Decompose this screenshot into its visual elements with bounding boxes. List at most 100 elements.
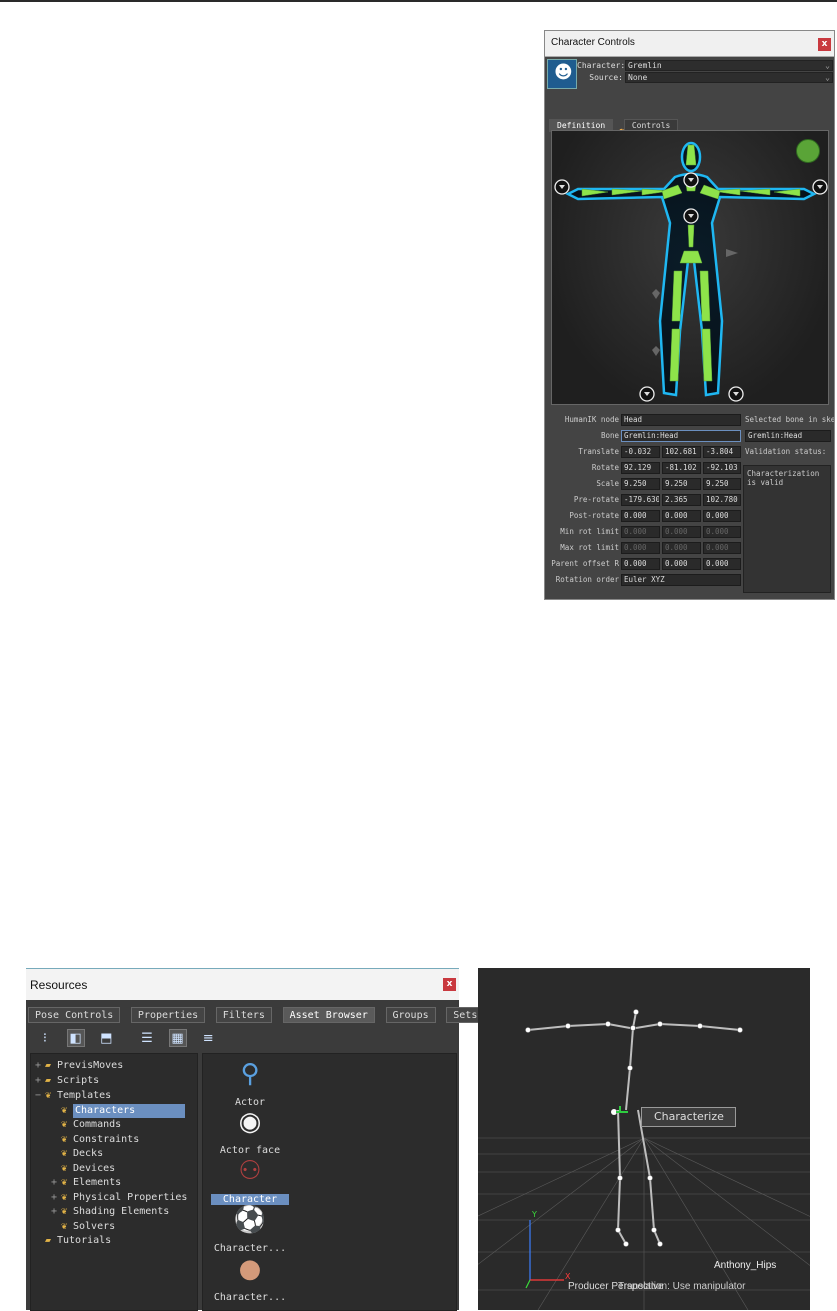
tab-filters[interactable]: Filters: [215, 1007, 272, 1023]
template-icon: ❦: [61, 1119, 68, 1130]
selected-bone-label: Selected bone in skel: [745, 415, 835, 424]
bone-definition-form: HumanIK node Head Selected bone in skel …: [551, 411, 835, 597]
tree-item-previsMoves[interactable]: + ▰ PrevisMoves: [35, 1059, 123, 1073]
template-icon: ❦: [61, 1221, 68, 1232]
tree-item-characters[interactable]: ❦ Characters: [61, 1104, 185, 1118]
parent-offset-y-field[interactable]: 0.000: [662, 558, 701, 570]
prerotate-label: Pre-rotate: [573, 495, 619, 504]
character-icon: ⚇: [238, 1156, 262, 1186]
panel-title: Resources: [30, 978, 88, 992]
maxrot-z-field: 0.000: [703, 542, 741, 554]
tab-groups[interactable]: Groups: [385, 1007, 436, 1023]
viewport-scene: [478, 1009, 810, 1310]
selected-bone-field[interactable]: Gremlin:Head: [745, 430, 831, 442]
asset-character-soccer[interactable]: ⚽ Character...: [205, 1204, 295, 1254]
axis-y-label: Y: [532, 1210, 537, 1219]
template-icon: ❦: [45, 1090, 52, 1101]
character-dropdown[interactable]: Gremlin ⌄: [625, 60, 833, 71]
postrotate-y-field[interactable]: 0.000: [662, 510, 701, 522]
viewport-status-tool: Translation: Use manipulator: [618, 1281, 746, 1292]
scale-y-field[interactable]: 9.250: [662, 478, 701, 490]
definition-tabs: Definition Controls: [549, 113, 679, 132]
minrot-x-field: 0.000: [621, 526, 660, 538]
tree-item-solvers[interactable]: ❦ Solvers: [61, 1220, 115, 1234]
mask-icon: ◉: [238, 1107, 262, 1137]
scale-z-field[interactable]: 9.250: [703, 478, 741, 490]
scale-label: Scale: [596, 479, 619, 488]
character-label: Character:: [577, 61, 626, 70]
tree-item-tutorials[interactable]: ▰ Tutorials: [45, 1234, 111, 1248]
bone-name-label: Anthony_Hips: [714, 1260, 777, 1271]
top-border: [0, 0, 837, 2]
tree-item-devices[interactable]: ❦ Devices: [61, 1162, 115, 1176]
translate-x-field[interactable]: -0.032: [621, 446, 660, 458]
tree-item-scripts[interactable]: + ▰ Scripts: [35, 1074, 99, 1088]
humanik-figure-icon: [554, 141, 828, 402]
split-horizontal-icon[interactable]: ⬒: [97, 1030, 115, 1048]
tree-item-elements[interactable]: + ❦ Elements: [51, 1176, 121, 1190]
split-vertical-icon[interactable]: ◧: [66, 1029, 85, 1047]
tree-item-shading-elements[interactable]: + ❦ Shading Elements: [51, 1205, 169, 1219]
close-button[interactable]: x: [818, 38, 831, 51]
minrot-label: Min rot limit: [560, 527, 619, 536]
rotate-z-field[interactable]: -92.103: [703, 462, 741, 474]
rotate-label: Rotate: [591, 463, 619, 472]
parent-offset-z-field[interactable]: 0.000: [703, 558, 741, 570]
template-icon: ❦: [61, 1177, 68, 1188]
asset-character[interactable]: ⚇ Character: [205, 1155, 295, 1205]
template-icon: ❦: [61, 1105, 68, 1116]
humanik-node-field[interactable]: Head: [621, 414, 741, 426]
postrotate-x-field[interactable]: 0.000: [621, 510, 660, 522]
maxrot-label: Max rot limit: [560, 543, 619, 552]
scale-x-field[interactable]: 9.250: [621, 478, 660, 490]
tab-pose-controls[interactable]: Pose Controls: [28, 1007, 121, 1023]
tree-item-decks[interactable]: ❦ Decks: [61, 1147, 103, 1161]
parent-offset-label: Parent offset R: [551, 559, 619, 568]
axis-x-label: X: [565, 1272, 571, 1281]
template-icon: ❦: [61, 1192, 68, 1203]
tab-asset-browser[interactable]: Asset Browser: [282, 1007, 375, 1023]
template-icon: ❦: [61, 1148, 68, 1159]
context-menu-characterize[interactable]: Characterize: [641, 1107, 736, 1127]
tree-item-templates[interactable]: − ❦ Templates: [35, 1089, 111, 1103]
tree-view-icon[interactable]: ⁝: [36, 1030, 54, 1048]
tree-item-constraints[interactable]: ❦ Constraints: [61, 1133, 139, 1147]
folder-icon: ▰: [45, 1060, 52, 1071]
prerotate-z-field[interactable]: 102.780: [703, 494, 741, 506]
maxrot-y-field: 0.000: [662, 542, 701, 554]
rotate-y-field[interactable]: -81.102: [662, 462, 701, 474]
rotate-x-field[interactable]: 92.129: [621, 462, 660, 474]
prerotate-x-field[interactable]: -179.630: [621, 494, 660, 506]
translate-z-field[interactable]: -3.804: [703, 446, 741, 458]
humanik-logo-icon[interactable]: ☻: [547, 59, 577, 89]
tab-properties[interactable]: Properties: [130, 1007, 206, 1023]
maxrot-x-field: 0.000: [621, 542, 660, 554]
tree-item-commands[interactable]: ❦ Commands: [61, 1118, 121, 1132]
asset-grid: ⚲ Actor ◉ Actor face ⚇ Character ⚽ Chara…: [202, 1053, 457, 1311]
minrot-z-field: 0.000: [703, 526, 741, 538]
translate-y-field[interactable]: 102.681: [662, 446, 701, 458]
parent-offset-x-field[interactable]: 0.000: [621, 558, 660, 570]
bone-field[interactable]: Gremlin:Head: [621, 430, 741, 442]
postrotate-label: Post-rotate: [569, 511, 619, 520]
asset-character-head[interactable]: ● Character...: [205, 1253, 295, 1303]
list-view-icon[interactable]: ☰: [138, 1030, 156, 1048]
rotation-order-dropdown[interactable]: Euler XYZ: [621, 574, 741, 586]
prerotate-y-field[interactable]: 2.365: [662, 494, 701, 506]
asset-actor[interactable]: ⚲ Actor: [205, 1058, 295, 1108]
detail-view-icon[interactable]: ≡: [199, 1030, 217, 1048]
resources-titlebar: Resources x: [26, 969, 459, 1000]
tree-item-physical-properties[interactable]: + ❦ Physical Properties: [51, 1191, 187, 1205]
close-button[interactable]: x: [443, 978, 456, 991]
character-controls-titlebar: Character Controls x: [545, 31, 834, 57]
source-dropdown[interactable]: None ⌄: [625, 72, 833, 83]
translate-label: Translate: [578, 447, 619, 456]
postrotate-z-field[interactable]: 0.000: [703, 510, 741, 522]
icon-view-icon[interactable]: ▦: [168, 1029, 187, 1047]
panel-title: Character Controls: [551, 37, 635, 48]
template-icon: ❦: [61, 1163, 68, 1174]
rotation-order-label: Rotation order: [555, 575, 619, 584]
3d-viewport[interactable]: Y X Characterize Anthony_Hips Producer P…: [478, 968, 810, 1310]
asset-actor-face[interactable]: ◉ Actor face: [205, 1106, 295, 1156]
character-definition-view[interactable]: [551, 130, 829, 405]
